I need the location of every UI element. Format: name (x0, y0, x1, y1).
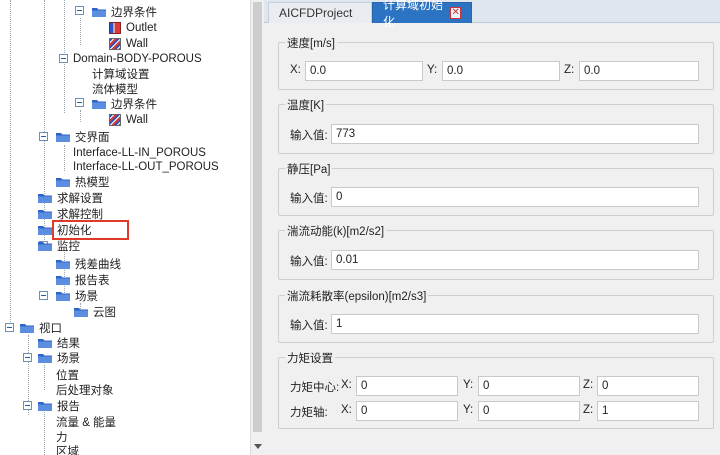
tree-node-report-table[interactable]: 报告表 (55, 272, 110, 287)
temperature-title: 温度[K] (285, 97, 327, 113)
scrollbar-thumb[interactable] (253, 2, 262, 432)
turbulent-k-group: 湍流动能(k)[m2/s2] 输入值: 0.01 (278, 223, 714, 280)
initialization-panel: AICFDProject 计算域初始化 ✕ 速度[m/s] X: 0.0 Y: … (264, 0, 720, 455)
tab-aicfd-project[interactable]: AICFDProject (268, 2, 372, 23)
tree-scrollbar[interactable] (250, 0, 264, 455)
tree-guide-line (80, 110, 81, 122)
tree-node-domain-settings[interactable]: 计算域设置 (92, 66, 150, 81)
collapse-toggle[interactable] (75, 98, 84, 107)
tree-node-viewport[interactable]: 视口 (19, 320, 62, 335)
moment-settings-group: 力矩设置 力矩中心: X: 0 Y: 0 Z: 0 力矩轴: X: 0 Y: 0… (278, 350, 714, 429)
moment-axis-y-input[interactable]: 0 (478, 401, 580, 421)
folder-icon (38, 209, 52, 219)
tree-node-location[interactable]: 位置 (56, 367, 79, 382)
tree-guide-line (44, 410, 45, 455)
turbulent-epsilon-input[interactable]: 1 (331, 314, 699, 334)
project-tree[interactable]: 边界条件 Outlet Wall Domain-BODY-POROUS 计算域设… (0, 0, 250, 455)
tab-domain-initialization[interactable]: 计算域初始化 ✕ (372, 0, 472, 29)
collapse-toggle[interactable] (23, 401, 32, 410)
folder-icon (92, 99, 106, 109)
tree-node-flow-energy[interactable]: 流量 & 能量 (56, 414, 116, 429)
collapse-toggle[interactable] (39, 132, 48, 141)
velocity-y-input[interactable]: 0.0 (442, 61, 560, 81)
collapse-toggle[interactable] (39, 291, 48, 300)
folder-icon (38, 401, 52, 411)
moment-settings-title: 力矩设置 (285, 350, 335, 366)
tree-node-region[interactable]: 区域 (56, 443, 79, 455)
turbulent-k-input[interactable]: 0.01 (331, 250, 699, 270)
tree-node-solver-settings[interactable]: 求解设置 (37, 190, 103, 205)
close-icon[interactable]: ✕ (450, 7, 461, 19)
tree-node-fluid-model[interactable]: 流体模型 (92, 81, 138, 96)
tree-guide-line (64, 145, 65, 171)
folder-icon (56, 259, 70, 269)
tree-node-thermal-model[interactable]: 热模型 (55, 174, 110, 189)
folder-icon (56, 291, 70, 301)
tree-node-solver-control[interactable]: 求解控制 (37, 206, 103, 221)
tree-node-domain-body-porous[interactable]: Domain-BODY-POROUS (73, 51, 202, 66)
tree-node-contour[interactable]: 云图 (73, 304, 116, 319)
velocity-title: 速度[m/s] (285, 35, 337, 51)
velocity-x-input[interactable]: 0.0 (305, 61, 423, 81)
collapse-toggle[interactable] (75, 6, 84, 15)
moment-center-x-input[interactable]: 0 (356, 376, 458, 396)
folder-icon (38, 225, 52, 235)
tree-node-scene[interactable]: 场景 (55, 288, 98, 303)
static-pressure-title: 静压[Pa] (285, 161, 333, 177)
moment-axis-x-input[interactable]: 0 (356, 401, 458, 421)
tree-guide-line (64, 110, 65, 113)
folder-icon (20, 323, 34, 333)
folder-icon (56, 177, 70, 187)
folder-icon (38, 353, 52, 363)
tree-node-post-objects[interactable]: 后处理对象 (56, 382, 114, 397)
tree-node-scene-2[interactable]: 场景 (37, 350, 80, 365)
tree-node-interface[interactable]: 交界面 (55, 129, 110, 144)
folder-icon (38, 241, 52, 251)
folder-icon (38, 338, 52, 348)
folder-icon (74, 307, 88, 317)
static-pressure-group: 静压[Pa] 输入值: 0 (278, 161, 714, 216)
tree-guide-line (80, 18, 81, 45)
tree-node-report[interactable]: 报告 (37, 398, 80, 413)
scroll-down-arrow-icon[interactable] (254, 444, 262, 449)
folder-icon (56, 132, 70, 142)
wall-icon (109, 113, 121, 126)
temperature-group: 温度[K] 输入值: 773 (278, 97, 714, 154)
static-pressure-input[interactable]: 0 (331, 187, 699, 207)
temperature-input[interactable]: 773 (331, 124, 699, 144)
moment-axis-z-input[interactable]: 1 (597, 401, 699, 421)
collapse-toggle[interactable] (59, 54, 68, 63)
tree-node-outlet[interactable]: Outlet (109, 20, 157, 35)
folder-icon (92, 7, 106, 17)
moment-center-y-input[interactable]: 0 (478, 376, 580, 396)
turbulent-epsilon-title: 湍流耗散率(epsilon)[m2/s3] (285, 288, 429, 304)
tree-node-residual-curve[interactable]: 残差曲线 (55, 256, 121, 271)
collapse-toggle[interactable] (5, 323, 14, 332)
tree-node-boundary-conditions[interactable]: 边界条件 (91, 4, 157, 19)
tree-guide-line (44, 365, 45, 390)
tree-node-results[interactable]: 结果 (37, 335, 80, 350)
tree-node-interface-in[interactable]: Interface-LL-IN_POROUS (73, 145, 206, 160)
folder-icon (38, 193, 52, 203)
wall-icon (109, 37, 121, 50)
velocity-group: 速度[m/s] X: 0.0 Y: 0.0 Z: 0.0 (278, 35, 714, 90)
tree-node-boundary-conditions-2[interactable]: 边界条件 (91, 96, 157, 111)
outlet-icon (109, 21, 121, 34)
turbulent-epsilon-group: 湍流耗散率(epsilon)[m2/s3] 输入值: 1 (278, 288, 714, 343)
velocity-z-input[interactable]: 0.0 (579, 61, 699, 81)
turbulent-k-title: 湍流动能(k)[m2/s2] (285, 223, 387, 239)
tree-node-wall-2[interactable]: Wall (109, 112, 148, 127)
tab-bar: AICFDProject 计算域初始化 ✕ (264, 0, 720, 29)
tree-node-wall[interactable]: Wall (109, 36, 148, 51)
folder-icon (56, 275, 70, 285)
tree-node-monitor[interactable]: 监控 (37, 238, 80, 253)
collapse-toggle[interactable] (23, 353, 32, 362)
moment-center-z-input[interactable]: 0 (597, 376, 699, 396)
tree-node-interface-out[interactable]: Interface-LL-OUT_POROUS (73, 159, 219, 174)
tree-guide-line (10, 0, 11, 328)
